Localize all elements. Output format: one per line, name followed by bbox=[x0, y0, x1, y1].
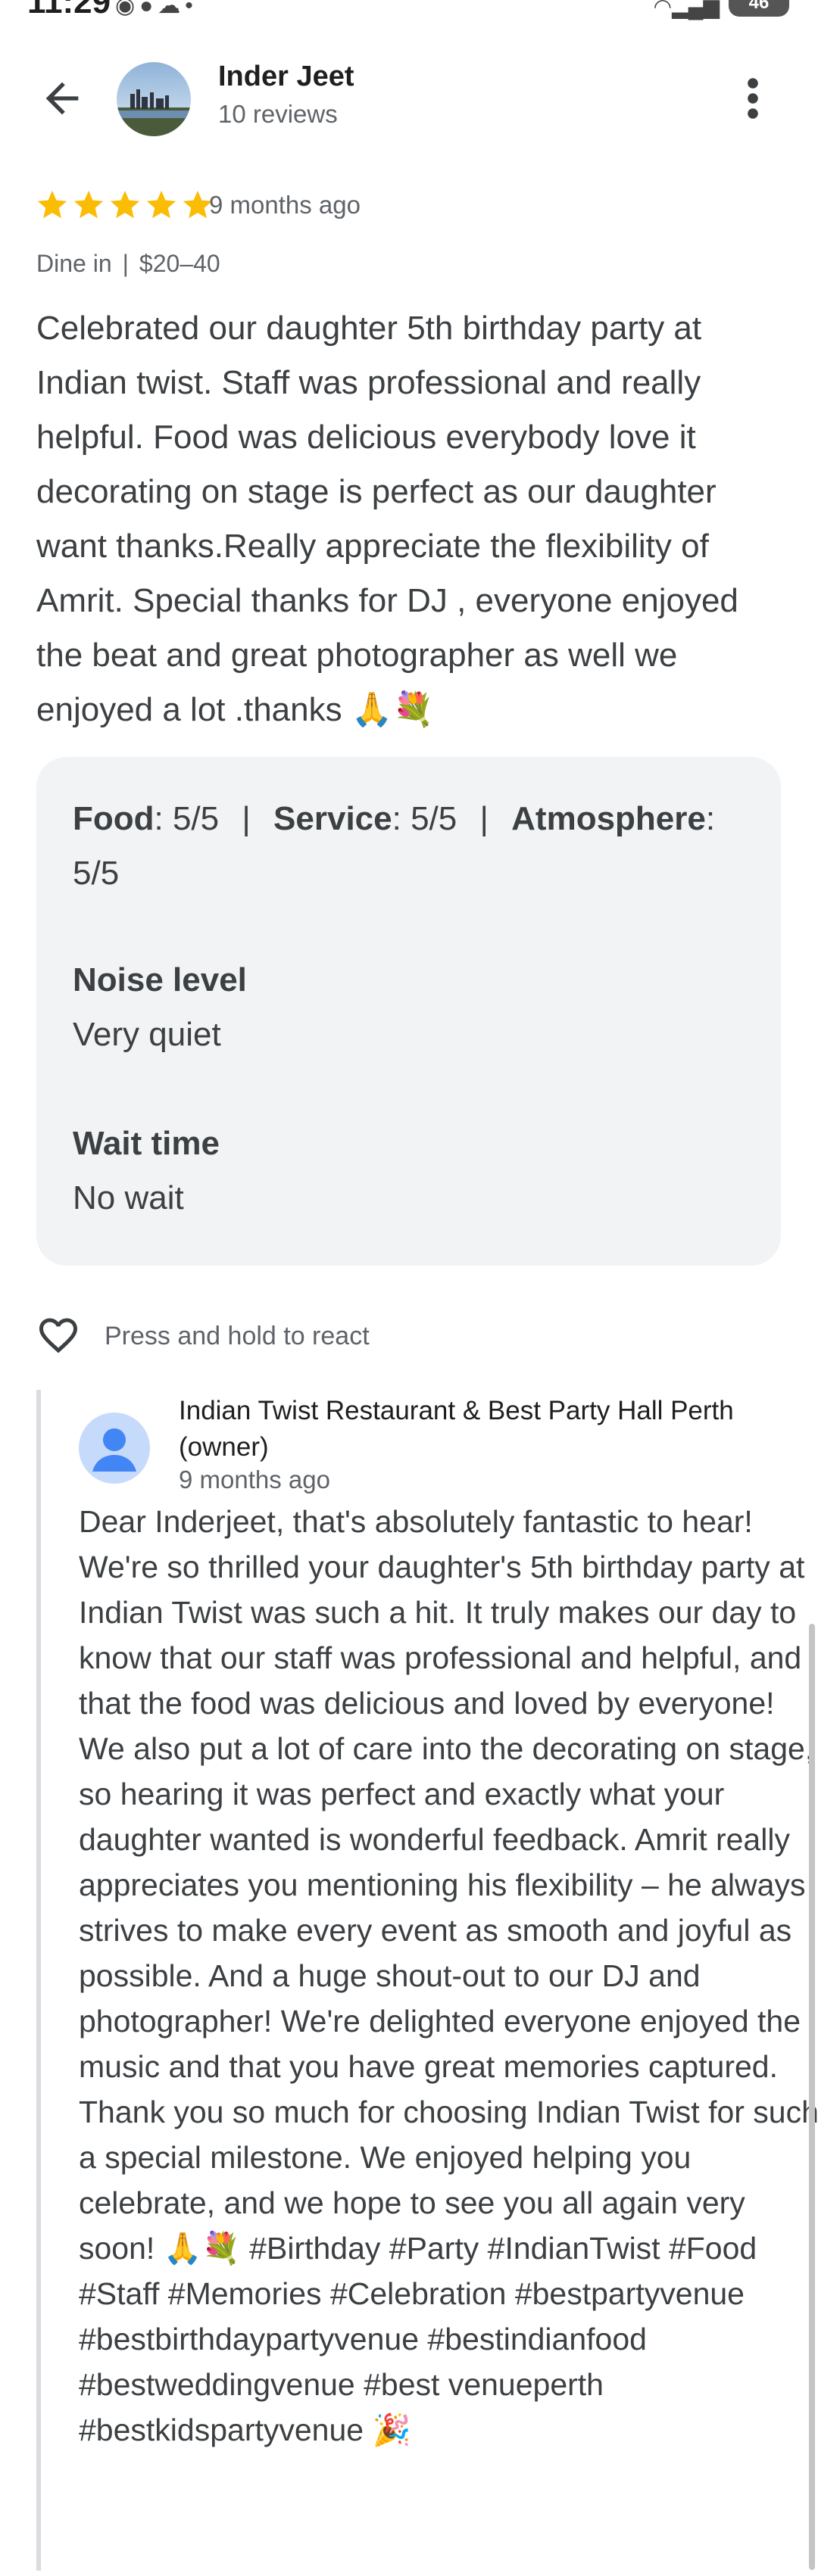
owner-response-text: Dear Inderjeet, that's absolutely fantas… bbox=[79, 1504, 818, 2447]
food-label: Food bbox=[73, 800, 155, 837]
noise-level-label: Noise level bbox=[73, 961, 247, 998]
signal-icons: ◠▂▄▆ bbox=[653, 0, 720, 18]
review-text: Celebrated our daughter 5th birthday par… bbox=[36, 310, 738, 728]
price-range: $20–40 bbox=[139, 250, 220, 277]
owner-name: Indian Twist Restaurant & Best Party Hal… bbox=[179, 1396, 734, 1462]
heart-outline-icon bbox=[39, 1318, 77, 1353]
review-meta: Dine in | $20–40 bbox=[36, 250, 220, 278]
star-rating bbox=[35, 188, 217, 224]
meta-separator: | bbox=[122, 250, 129, 277]
person-icon bbox=[79, 1413, 150, 1484]
battery-indicator: 46 bbox=[729, 0, 789, 17]
service-value: : 5/5 bbox=[392, 800, 457, 837]
ratings-row: Food: 5/5 | Service: 5/5 | Atmosphere: 5… bbox=[73, 792, 754, 901]
star-icon bbox=[37, 190, 67, 219]
react-label: Press and hold to react bbox=[105, 1322, 370, 1350]
service-label: Service bbox=[273, 800, 392, 837]
noise-level-value: Very quiet bbox=[73, 1016, 221, 1053]
service-type: Dine in bbox=[36, 250, 112, 277]
status-time: 11:29 bbox=[27, 0, 111, 20]
notification-icons: ◉●☁• bbox=[115, 0, 198, 18]
arrow-left-icon[interactable] bbox=[38, 74, 86, 123]
review-attributes-card: Food: 5/5 | Service: 5/5 | Atmosphere: 5… bbox=[36, 757, 781, 1266]
star-icon bbox=[146, 190, 176, 219]
review-time: 9 months ago bbox=[209, 191, 361, 219]
star-icon bbox=[110, 190, 140, 219]
more-vert-icon[interactable] bbox=[735, 74, 771, 123]
review-header: Inder Jeet 10 reviews bbox=[0, 45, 818, 151]
ratings-separator: | bbox=[242, 800, 251, 837]
wait-time-label: Wait time bbox=[73, 1125, 220, 1162]
status-bar: 11:29 ◉●☁• ◠▂▄▆ 46 bbox=[0, 0, 818, 27]
atmosphere-label: Atmosphere bbox=[511, 800, 706, 837]
scrollbar[interactable] bbox=[809, 1624, 815, 2570]
ratings-separator: | bbox=[479, 800, 489, 837]
star-icon bbox=[73, 190, 104, 219]
owner-response-time: 9 months ago bbox=[179, 1466, 330, 1494]
food-value: : 5/5 bbox=[154, 800, 220, 837]
owner-response: Indian Twist Restaurant & Best Party Hal… bbox=[36, 1390, 818, 2571]
wait-time-value: No wait bbox=[73, 1179, 184, 1216]
reviewer-review-count: 10 reviews bbox=[218, 100, 338, 128]
reviewer-avatar[interactable] bbox=[117, 62, 191, 136]
reviewer-name[interactable]: Inder Jeet bbox=[218, 61, 354, 93]
